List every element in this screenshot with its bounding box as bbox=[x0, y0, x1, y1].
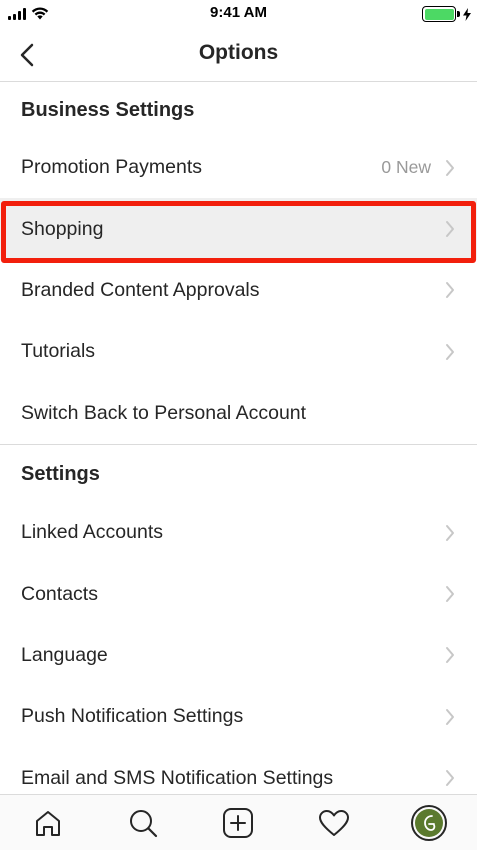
tab-bar bbox=[0, 794, 477, 850]
avatar-monogram-icon bbox=[424, 814, 436, 831]
row-label: Push Notification Settings bbox=[21, 705, 244, 728]
profile-avatar bbox=[411, 804, 448, 841]
add-post-icon bbox=[223, 807, 254, 838]
row-branded-content-approvals[interactable]: Branded Content Approvals bbox=[0, 260, 477, 321]
tab-search[interactable] bbox=[123, 803, 163, 843]
row-label: Branded Content Approvals bbox=[21, 278, 260, 301]
chevron-right-icon bbox=[445, 342, 457, 362]
row-linked-accounts[interactable]: Linked Accounts bbox=[0, 502, 477, 563]
section-header-business: Business Settings bbox=[21, 98, 195, 121]
row-label: Language bbox=[21, 643, 108, 666]
row-detail-badge: 0 New bbox=[381, 157, 431, 178]
charging-bolt-icon bbox=[463, 7, 471, 21]
row-language[interactable]: Language bbox=[0, 625, 477, 686]
chevron-right-icon bbox=[445, 523, 457, 543]
row-label: Shopping bbox=[21, 217, 104, 240]
page-title: Options bbox=[198, 41, 279, 64]
status-right bbox=[422, 6, 471, 22]
tab-home[interactable] bbox=[28, 803, 68, 843]
avatar-image bbox=[415, 808, 444, 837]
row-switch-to-personal[interactable]: Switch Back to Personal Account bbox=[0, 383, 477, 444]
chevron-right-icon bbox=[445, 280, 457, 300]
row-label: Email and SMS Notification Settings bbox=[21, 766, 334, 789]
options-list: Business Settings Promotion Payments 0 N… bbox=[0, 83, 477, 809]
row-tutorials[interactable]: Tutorials bbox=[0, 321, 477, 382]
row-label: Linked Accounts bbox=[21, 521, 164, 544]
search-icon bbox=[130, 809, 158, 837]
chevron-right-icon bbox=[445, 768, 457, 788]
options-screen: 9:41 AM Options Business Settings Promot… bbox=[0, 0, 477, 850]
chevron-right-icon bbox=[445, 158, 457, 178]
home-icon bbox=[35, 810, 60, 836]
tab-profile[interactable] bbox=[409, 803, 449, 843]
chevron-right-icon bbox=[445, 219, 457, 239]
row-shopping[interactable]: Shopping bbox=[0, 198, 477, 260]
chevron-right-icon bbox=[445, 645, 457, 665]
row-label: Tutorials bbox=[21, 340, 96, 363]
battery-icon bbox=[422, 6, 460, 22]
row-label: Contacts bbox=[21, 582, 98, 605]
row-push-notification-settings[interactable]: Push Notification Settings bbox=[0, 686, 477, 747]
row-label: Promotion Payments bbox=[21, 156, 202, 179]
row-label: Switch Back to Personal Account bbox=[21, 401, 307, 424]
navigation-bar: Options bbox=[0, 28, 477, 82]
row-contacts[interactable]: Contacts bbox=[0, 563, 477, 624]
heart-icon bbox=[318, 809, 349, 836]
tab-activity[interactable] bbox=[314, 803, 354, 843]
tab-add-post[interactable] bbox=[218, 803, 258, 843]
row-promotion-payments[interactable]: Promotion Payments 0 New bbox=[0, 137, 477, 198]
status-bar: 9:41 AM bbox=[0, 0, 477, 28]
chevron-right-icon bbox=[445, 707, 457, 727]
section-header-settings: Settings bbox=[21, 463, 100, 486]
section-divider bbox=[0, 443, 477, 445]
chevron-right-icon bbox=[445, 584, 457, 604]
status-time: 9:41 AM bbox=[210, 4, 267, 21]
